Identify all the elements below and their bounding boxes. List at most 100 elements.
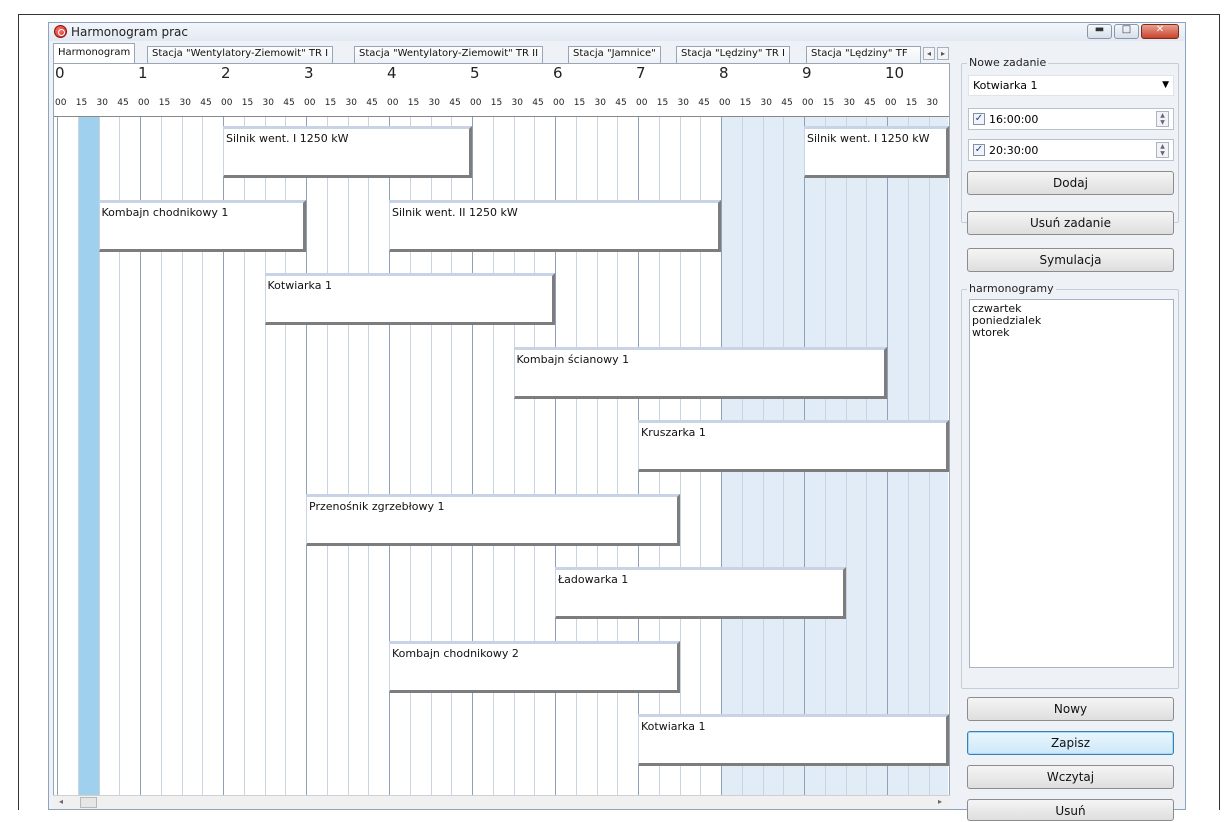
list-item[interactable]: wtorek bbox=[972, 327, 1171, 339]
task-bar[interactable]: Silnik went. II 1250 kW bbox=[389, 199, 721, 252]
minute-tick-label: 00 bbox=[138, 98, 150, 108]
window-title: Harmonogram prac bbox=[71, 25, 188, 39]
schedules-list[interactable]: czwartek poniedzialek wtorek bbox=[969, 299, 1174, 668]
minute-tick-label: 45 bbox=[366, 98, 378, 108]
minute-tick-label: 30 bbox=[926, 98, 938, 108]
minute-tick-label: 00 bbox=[387, 98, 399, 108]
minute-tick-label: 45 bbox=[117, 98, 129, 108]
grid-line bbox=[368, 117, 370, 797]
minute-tick-label: 15 bbox=[739, 98, 752, 108]
task-bar[interactable]: Kotwiarka 1 bbox=[264, 273, 555, 325]
tab-wentylatory-ziemowit-tr2[interactable]: Stacja "Wentylatory-Ziemowit" TR II bbox=[354, 46, 544, 63]
task-label: Kombajn chodnikowy 2 bbox=[392, 646, 519, 660]
add-button[interactable]: Dodaj bbox=[967, 171, 1174, 195]
grid-line bbox=[347, 117, 349, 797]
tab-bar: Harmonogram Stacja "Wentylatory-Ziemowit… bbox=[53, 43, 955, 63]
minute-tick-label: 30 bbox=[96, 98, 108, 108]
remove-task-button[interactable]: Usuń zadanie bbox=[967, 211, 1174, 235]
minimize-button[interactable]: ▬ bbox=[1087, 24, 1112, 39]
start-time-checkbox[interactable]: ✓ bbox=[973, 113, 985, 125]
task-label: Kruszarka 1 bbox=[641, 426, 706, 439]
minute-tick-label: 30 bbox=[843, 98, 855, 108]
minute-tick-label: 15 bbox=[241, 98, 254, 108]
minute-tick-label: 30 bbox=[428, 98, 440, 108]
app-window: Harmonogram prac ▬ □ ✕ Harmonogram Stacj… bbox=[48, 22, 1186, 821]
grid-line bbox=[77, 117, 79, 797]
end-time-spinner[interactable]: ▲ ▼ bbox=[1156, 142, 1169, 158]
start-time-picker[interactable]: ✓ 16:00:00 ▲ ▼ bbox=[968, 108, 1174, 130]
title-bar[interactable]: Harmonogram prac ▬ □ ✕ bbox=[49, 23, 1185, 41]
minute-tick-label: 15 bbox=[822, 98, 835, 108]
tab-scroll-left-icon[interactable]: ◂ bbox=[923, 47, 935, 60]
minute-tick-label: 30 bbox=[594, 98, 606, 108]
task-bar[interactable]: Silnik went. I 1250 kW bbox=[804, 126, 949, 178]
task-bar[interactable]: Ładowarka 1 bbox=[555, 567, 846, 619]
ruler-baseline bbox=[54, 116, 949, 117]
task-bar[interactable]: Kombajn chodnikowy 1 bbox=[98, 199, 306, 252]
minute-tick-label: 15 bbox=[158, 98, 171, 108]
tab-wentylatory-ziemowit-tr1[interactable]: Stacja "Wentylatory-Ziemowit" TR I bbox=[147, 46, 334, 63]
minute-tick-label: 45 bbox=[781, 98, 793, 108]
end-time-checkbox[interactable]: ✓ bbox=[973, 144, 985, 156]
minute-tick-label: 30 bbox=[677, 98, 689, 108]
hour-tick-label: 3 bbox=[304, 64, 314, 82]
start-time-spinner[interactable]: ▲ ▼ bbox=[1156, 111, 1169, 127]
scroll-thumb[interactable] bbox=[80, 797, 97, 808]
task-bar[interactable]: Kombajn chodnikowy 2 bbox=[389, 640, 680, 693]
hour-tick-label: 9 bbox=[802, 64, 812, 82]
new-button[interactable]: Nowy bbox=[967, 697, 1174, 721]
scroll-right-icon[interactable]: ▸ bbox=[938, 797, 942, 806]
gantt-chart[interactable]: 00 15 30 45 00 15 30 45 00 15 30 45 00 15 30 45 00 15 30 45… bbox=[53, 63, 950, 807]
tab-jamnice[interactable]: Stacja "Jamnice" bbox=[568, 46, 661, 63]
minute-tick-label: 00 bbox=[304, 98, 316, 108]
minimize-icon: ▬ bbox=[1094, 24, 1105, 35]
minute-tick-label: 00 bbox=[553, 98, 565, 108]
task-bar[interactable]: Kotwiarka 1 bbox=[638, 714, 949, 766]
task-bar[interactable]: Przenośnik zgrzebłowy 1 bbox=[306, 493, 680, 546]
task-bar[interactable]: Kombajn ścianowy 1 bbox=[513, 346, 887, 399]
tab-harmonogram[interactable]: Harmonogram bbox=[53, 43, 136, 63]
task-bar[interactable]: Silnik went. I 1250 kW bbox=[223, 126, 472, 178]
tab-ledziny-tr2[interactable]: Stacja "Lędziny" TF bbox=[806, 46, 921, 63]
minute-tick-label: 45 bbox=[532, 98, 544, 108]
hour-tick-label: 1 bbox=[138, 64, 148, 82]
minute-tick-label: 15 bbox=[656, 98, 669, 108]
minute-tick-label: 15 bbox=[324, 98, 337, 108]
hour-tick-label: 7 bbox=[636, 64, 646, 82]
minute-tick-label: 15 bbox=[407, 98, 420, 108]
grid-line bbox=[326, 117, 328, 797]
right-panel: Nowe zadanie Kotwiarka 1 ▼ ✓ 16:00:00 ▲ ▼… bbox=[959, 43, 1181, 821]
task-label: Silnik went. II 1250 kW bbox=[392, 205, 518, 219]
start-time-value: 16:00:00 bbox=[989, 113, 1039, 126]
delete-button[interactable]: Usuń bbox=[967, 799, 1174, 821]
new-task-group-label: Nowe zadanie bbox=[967, 56, 1049, 69]
simulation-button[interactable]: Symulacja bbox=[967, 248, 1174, 272]
task-label: Kotwiarka 1 bbox=[267, 279, 332, 292]
load-button[interactable]: Wczytaj bbox=[967, 765, 1174, 789]
minute-tick-label: 30 bbox=[511, 98, 523, 108]
minute-tick-label: 45 bbox=[449, 98, 461, 108]
horizontal-scrollbar[interactable]: ◂ ▸ bbox=[53, 795, 950, 809]
task-bar[interactable]: Kruszarka 1 bbox=[638, 420, 949, 472]
app-icon bbox=[54, 25, 67, 38]
task-label: Silnik went. I 1250 kW bbox=[807, 132, 930, 145]
close-button[interactable]: ✕ bbox=[1141, 24, 1179, 39]
task-select[interactable]: Kotwiarka 1 ▼ bbox=[968, 75, 1174, 96]
maximize-button[interactable]: □ bbox=[1114, 24, 1139, 39]
hour-tick-label: 5 bbox=[470, 64, 480, 82]
minute-tick-label: 45 bbox=[283, 98, 295, 108]
current-slot-highlight bbox=[77, 117, 99, 797]
minute-tick-label: 00 bbox=[470, 98, 482, 108]
save-button[interactable]: Zapisz bbox=[967, 731, 1174, 755]
minute-tick-label: 00 bbox=[221, 98, 233, 108]
end-time-value: 20:30:00 bbox=[989, 144, 1039, 157]
minute-tick-label: 15 bbox=[490, 98, 503, 108]
tab-ledziny-tr1[interactable]: Stacja "Lędziny" TR I bbox=[676, 46, 790, 63]
scroll-left-icon[interactable]: ◂ bbox=[59, 797, 63, 806]
end-time-picker[interactable]: ✓ 20:30:00 ▲ ▼ bbox=[968, 139, 1174, 161]
minute-tick-label: 45 bbox=[615, 98, 627, 108]
hour-tick-label: 2 bbox=[221, 64, 231, 82]
minute-tick-label: 45 bbox=[200, 98, 212, 108]
window-controls: ▬ □ ✕ bbox=[1087, 24, 1179, 39]
tab-scroll-right-icon[interactable]: ▸ bbox=[937, 47, 949, 60]
